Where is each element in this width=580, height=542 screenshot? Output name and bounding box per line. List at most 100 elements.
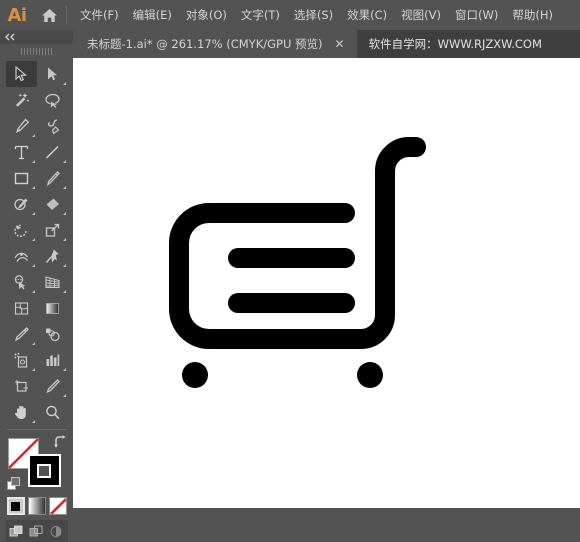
menu-object[interactable]: 对象(O) xyxy=(179,3,234,27)
type-T-icon xyxy=(14,145,28,159)
tool-flyout-indicator xyxy=(62,394,66,397)
tool-flyout-indicator xyxy=(62,82,66,85)
color-mode-swatch xyxy=(11,501,20,511)
zoom-tool[interactable] xyxy=(37,399,68,425)
rectangle-icon xyxy=(14,172,28,184)
column-graph-icon xyxy=(46,354,59,366)
draw-inside-button[interactable] xyxy=(48,523,66,539)
menu-bar: Ai 文件(F) 编辑(E) 对象(O) 文字(T) 选择(S) 效果(C) 视… xyxy=(0,0,580,30)
artboard-icon xyxy=(14,379,28,392)
rotate-arrow-icon xyxy=(13,224,27,237)
app-logo: Ai xyxy=(7,4,27,26)
promo-label: 软件自学网：WWW.RJZXW.COM xyxy=(368,37,542,51)
slice-tool[interactable] xyxy=(37,373,68,399)
tool-flyout-indicator xyxy=(31,160,35,163)
tool-flyout-indicator xyxy=(62,264,66,267)
perspective-grid-icon xyxy=(44,275,60,288)
width-tool[interactable] xyxy=(6,243,37,269)
document-tab[interactable]: 未标题-1.ai* @ 261.17% (CMYK/GPU 预览) ✕ xyxy=(73,30,357,58)
column-graph-tool[interactable] xyxy=(37,347,68,373)
tools-panel xyxy=(0,30,73,542)
eyedropper-icon xyxy=(14,326,29,341)
tool-flyout-indicator xyxy=(62,212,66,215)
menu-item-list: 文件(F) 编辑(E) 对象(O) 文字(T) 选择(S) 效果(C) 视图(V… xyxy=(73,3,560,27)
stroke-swatch[interactable] xyxy=(27,454,61,487)
toolbar-drag-handle[interactable] xyxy=(0,44,73,58)
shaper-tool[interactable] xyxy=(6,191,37,217)
color-mode-row xyxy=(0,497,73,515)
tool-flyout-indicator xyxy=(31,368,35,371)
toolbar-collapse-button[interactable] xyxy=(0,30,73,44)
cart-inner-bars xyxy=(228,248,355,313)
menu-effect[interactable]: 效果(C) xyxy=(340,3,394,27)
tool-grid xyxy=(5,61,68,425)
artboard-tool[interactable] xyxy=(6,373,37,399)
draw-normal-button[interactable] xyxy=(8,523,26,539)
document-tab-title: 未标题-1.ai* @ 261.17% (CMYK/GPU 预览) xyxy=(87,37,323,51)
color-mode-button[interactable] xyxy=(6,497,25,515)
curvature-tool[interactable] xyxy=(37,113,68,139)
grip-icon xyxy=(20,47,53,55)
menu-file[interactable]: 文件(F) xyxy=(73,3,126,27)
lasso-tool[interactable] xyxy=(37,87,68,113)
shopping-cart-icon[interactable] xyxy=(73,58,580,508)
magnifier-icon xyxy=(45,405,60,419)
pen-tool[interactable] xyxy=(6,113,37,139)
line-segment-tool[interactable] xyxy=(37,139,68,165)
tool-flyout-indicator xyxy=(31,186,35,189)
free-transform-tool[interactable] xyxy=(37,243,68,269)
none-mode-button[interactable] xyxy=(48,497,67,515)
menu-edit[interactable]: 编辑(E) xyxy=(126,3,179,27)
draw-behind-button[interactable] xyxy=(28,523,46,539)
scale-tool[interactable] xyxy=(37,217,68,243)
menu-window[interactable]: 窗口(W) xyxy=(448,3,505,27)
draw-mode-row xyxy=(5,520,68,542)
paintbrush-tool[interactable] xyxy=(37,165,68,191)
cart-wheel-left xyxy=(182,362,208,388)
magic-wand-tool[interactable] xyxy=(6,87,37,113)
selection-arrow-icon xyxy=(15,66,27,82)
symbol-sprayer-icon xyxy=(13,352,27,368)
gradient-mode-swatch xyxy=(28,498,45,514)
stroke-swatch-inner xyxy=(37,463,51,478)
menu-view[interactable]: 视图(V) xyxy=(394,3,448,27)
canvas-area[interactable] xyxy=(73,58,580,508)
tool-flyout-indicator xyxy=(62,186,66,189)
menu-select[interactable]: 选择(S) xyxy=(287,3,340,27)
direct-selection-tool[interactable] xyxy=(37,61,68,87)
magic-wand-icon xyxy=(15,92,29,107)
swap-fill-stroke-icon[interactable] xyxy=(53,435,67,449)
lasso-icon xyxy=(44,93,60,108)
default-fill-stroke-icon[interactable] xyxy=(6,477,21,491)
toolbar-divider xyxy=(6,429,67,430)
type-tool[interactable] xyxy=(6,139,37,165)
home-icon[interactable] xyxy=(34,0,64,30)
gradient-mode-button[interactable] xyxy=(27,497,46,515)
hand-tool[interactable] xyxy=(6,399,37,425)
eyedropper-tool[interactable] xyxy=(6,321,37,347)
rectangle-tool[interactable] xyxy=(6,165,37,191)
menu-divider xyxy=(66,6,67,24)
symbol-sprayer-tool[interactable] xyxy=(6,347,37,373)
gradient-tool[interactable] xyxy=(37,295,68,321)
tool-flyout-indicator xyxy=(62,238,66,241)
shape-builder-tool[interactable] xyxy=(6,269,37,295)
free-transform-pin-icon xyxy=(45,249,58,263)
eraser-icon xyxy=(46,198,59,210)
menu-help[interactable]: 帮助(H) xyxy=(505,3,560,27)
home-icon-glyph xyxy=(41,8,57,22)
none-slash-icon xyxy=(49,498,66,514)
eraser-tool[interactable] xyxy=(37,191,68,217)
selection-tool[interactable] xyxy=(5,61,37,87)
rotate-tool[interactable] xyxy=(6,217,37,243)
none-mode-swatch xyxy=(49,498,66,514)
menu-type[interactable]: 文字(T) xyxy=(234,3,287,27)
blend-tool[interactable] xyxy=(37,321,68,347)
perspective-grid-tool[interactable] xyxy=(37,269,68,295)
line-diagonal-icon xyxy=(45,145,59,159)
mesh-tool[interactable] xyxy=(6,295,37,321)
chevron-double-left-icon xyxy=(5,33,15,41)
close-icon[interactable]: ✕ xyxy=(335,38,345,50)
gradient-icon xyxy=(45,302,59,314)
pen-nib-icon xyxy=(15,118,29,133)
